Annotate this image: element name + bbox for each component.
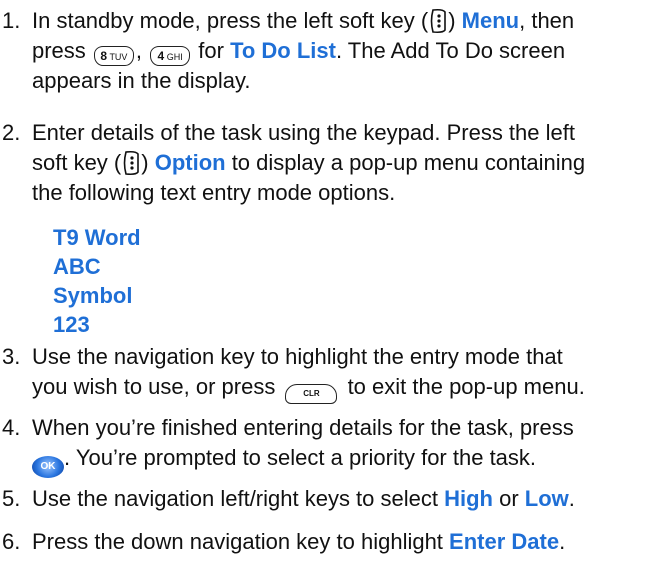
ok-key-icon: OK xyxy=(32,456,64,478)
left-soft-key-icon xyxy=(429,8,447,34)
option-symbol: Symbol xyxy=(53,283,133,308)
option-t9-word: T9 Word xyxy=(53,225,141,250)
clr-key-icon: CLR xyxy=(285,384,338,404)
step-number: 6. xyxy=(2,529,21,554)
to-do-list-label: To Do List xyxy=(230,38,336,63)
step-3: 3. Use the navigation key to highlight th… xyxy=(0,342,652,404)
step-2: 2. Enter details of the task using the ke… xyxy=(2,120,586,205)
step-1: 1. In standby mode, press the left soft k… xyxy=(2,8,575,93)
option-abc: ABC xyxy=(53,254,101,279)
step-5: 5. Use the navigation left/right keys to … xyxy=(0,484,652,514)
step-4: 4. When you’re finished entering details … xyxy=(0,413,652,478)
key-4-ghi-icon: 4 GHI xyxy=(150,46,191,66)
option-123: 123 xyxy=(53,312,90,337)
low-label: Low xyxy=(524,486,569,511)
left-soft-key-icon xyxy=(122,150,140,176)
high-label: High xyxy=(444,486,493,511)
enter-date-label: Enter Date xyxy=(449,529,560,554)
menu-label: Menu xyxy=(461,8,520,33)
key-8-tuv-icon: 8 TUV xyxy=(93,46,134,66)
step-number: 5. xyxy=(2,486,21,511)
step-number: 1. xyxy=(2,8,21,33)
step-number: 2. xyxy=(2,120,21,145)
step-number: 3. xyxy=(2,344,21,369)
step-6: 6. Press the down navigation key to highl… xyxy=(0,527,652,557)
option-label: Option xyxy=(154,150,226,175)
step-number: 4. xyxy=(2,415,21,440)
instruction-page: 1. In standby mode, press the left soft k… xyxy=(0,0,652,563)
